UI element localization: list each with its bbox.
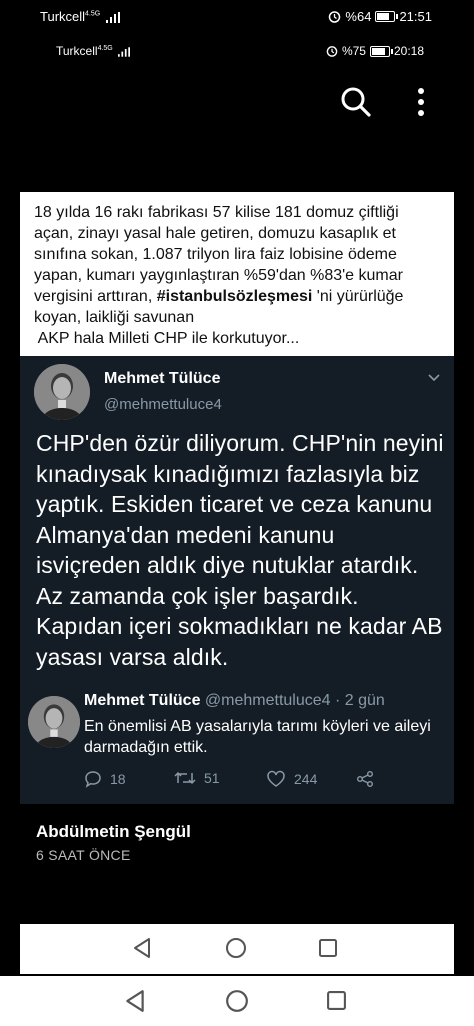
retweet-button[interactable]: 51 <box>174 770 220 786</box>
caption-line: koyan, laikliği savunan <box>34 309 195 326</box>
reply-header: Mehmet Tülüce @mehmettuluce4 · 2 gün <box>84 692 385 710</box>
clock: 21:51 <box>399 9 432 24</box>
carrier-label-inner: Turkcell4.5G <box>56 44 131 58</box>
tweet-author-name[interactable]: Mehmet Tülüce <box>104 370 220 388</box>
battery-percent: %64 <box>345 9 372 24</box>
retweet-count: 51 <box>204 770 220 786</box>
post-time-ago: 6 SAAT ÖNCE <box>36 847 131 863</box>
tweet-card: Mehmet Tülüce @mehmettuluce4 CHP'den özü… <box>20 356 454 804</box>
caption-line: 18 yılda 16 rakı fabrikası 57 kilise 181… <box>34 204 399 221</box>
avatar[interactable] <box>34 364 90 420</box>
retweet-icon <box>174 771 196 785</box>
inner-navigation-bar <box>20 924 454 974</box>
battery-percent-inner: %75 <box>341 44 366 58</box>
post-author-name[interactable]: Abdülmetin Şengül <box>36 822 191 842</box>
signal-icon <box>118 47 131 57</box>
tweet-actions: 18 51 244 <box>20 770 454 792</box>
caption-line: yapan, kumarı yaygınlaştıran %59'dan %83… <box>34 267 403 284</box>
hashtag-link[interactable]: #istanbulsözleşmesi <box>157 288 313 305</box>
like-count: 244 <box>294 771 318 787</box>
tweet-author-handle[interactable]: @mehmettuluce4 <box>104 396 222 413</box>
signal-icon <box>105 12 120 24</box>
home-circle-icon[interactable] <box>225 989 249 1013</box>
like-button[interactable]: 244 <box>266 770 317 788</box>
post-caption: 18 yılda 16 rakı fabrikası 57 kilise 181… <box>20 192 454 356</box>
carrier-label: Turkcell4.5G <box>40 9 120 24</box>
battery-icon <box>375 11 399 22</box>
comment-icon <box>85 771 101 788</box>
status-bar-inner: Turkcell4.5G %75 20:18 <box>0 44 474 66</box>
alarm-icon <box>326 46 338 57</box>
home-circle-icon[interactable] <box>225 937 247 959</box>
status-bar-outer: Turkcell4.5G %64 21:51 <box>0 9 474 31</box>
recents-square-icon[interactable] <box>326 990 347 1011</box>
reply-avatar[interactable] <box>28 696 80 748</box>
back-triangle-icon[interactable] <box>132 937 152 959</box>
reply-button[interactable]: 18 <box>84 770 126 788</box>
caption-line: açan, zinayı yasal hale getiren, domuzu … <box>34 225 396 242</box>
heart-icon <box>267 770 285 787</box>
clock-inner: 20:18 <box>393 44 424 58</box>
battery-icon <box>369 45 393 57</box>
back-triangle-icon[interactable] <box>124 989 146 1013</box>
navigation-bar <box>0 976 474 1026</box>
reply-count: 18 <box>110 771 126 787</box>
caption-line: vergisini arttıran, #istanbulsözleşmesi … <box>34 288 404 305</box>
tweet-text: CHP'den özür diliyorum. CHP'nin neyini k… <box>36 430 444 670</box>
more-vertical-icon[interactable] <box>401 82 441 122</box>
recents-square-icon[interactable] <box>318 938 338 958</box>
caption-line: sınıfına sokan, 1.087 trilyon lira faiz … <box>34 246 397 263</box>
share-icon <box>357 771 373 787</box>
reply-author-name[interactable]: Mehmet Tülüce <box>84 692 200 709</box>
search-icon[interactable] <box>336 82 376 122</box>
reply-text: En önemlisi AB yasalarıyla tarımı köyler… <box>84 718 431 756</box>
reply-handle-time: @mehmettuluce4 · 2 gün <box>204 692 385 709</box>
share-button[interactable] <box>356 770 374 788</box>
caption-line: AKP hala Milleti CHP ile korkutuyor... <box>34 330 300 347</box>
alarm-icon <box>329 11 341 23</box>
chevron-down-icon[interactable] <box>428 372 440 382</box>
